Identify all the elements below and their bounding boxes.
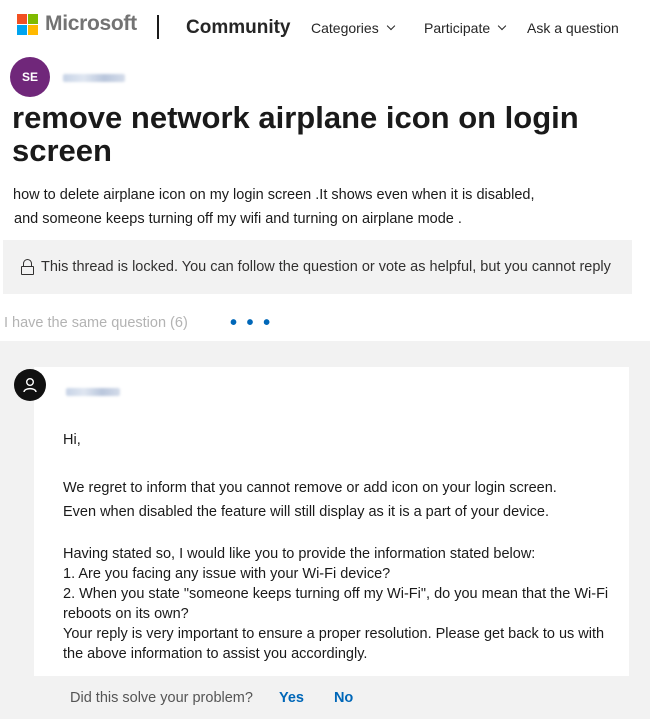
reply-paragraph-line: Your reply is very important to ensure a…: [63, 626, 605, 662]
lock-icon: [21, 259, 35, 275]
author-name-redacted: [63, 74, 125, 82]
avatar-initials: SE: [21, 70, 38, 84]
question-body-line: how to delete airplane icon on my login …: [13, 187, 535, 203]
more-options-icon[interactable]: • • •: [230, 312, 272, 335]
reply-author-name-redacted: [66, 388, 120, 396]
question-body: how to delete airplane icon on my login …: [13, 183, 633, 231]
same-question-button[interactable]: I have the same question (6): [4, 315, 188, 331]
locked-message: This thread is locked. You can follow th…: [41, 259, 611, 275]
reply-paragraph-line: 2. When you state "someone keeps turning…: [63, 586, 609, 622]
user-icon: [23, 378, 37, 393]
page-title: remove network airplane icon on login sc…: [12, 100, 579, 168]
question-body-line: and someone keeps turning off my wifi an…: [14, 211, 462, 227]
avatar[interactable]: [14, 369, 46, 401]
reply-paragraph-line: We regret to inform that you cannot remo…: [63, 480, 557, 496]
no-button[interactable]: No: [334, 690, 353, 706]
question-author: SE: [10, 57, 125, 97]
feedback-bar: Did this solve your problem? Yes No: [34, 676, 629, 719]
nav-categories-label: Categories: [311, 20, 379, 36]
nav-participate-label: Participate: [424, 20, 491, 36]
microsoft-logo-icon[interactable]: [17, 14, 38, 35]
chevron-down-icon: [497, 21, 507, 31]
avatar[interactable]: SE: [10, 57, 50, 97]
nav-participate[interactable]: Participate: [424, 20, 507, 36]
nav-ask-question-label: Ask a question: [527, 20, 619, 36]
reply-paragraph-line: Having stated so, I would like you to pr…: [63, 546, 536, 562]
reply-greeting: Hi,: [63, 432, 81, 448]
site-header: Microsoft Community Categories Participa…: [0, 0, 650, 56]
site-title[interactable]: Community: [186, 17, 291, 39]
chevron-down-icon: [386, 21, 395, 31]
reply-paragraph-line: Even when disabled the feature will stil…: [63, 504, 549, 520]
thread-locked-notice: This thread is locked. You can follow th…: [3, 240, 632, 294]
yes-button[interactable]: Yes: [279, 690, 304, 706]
header-divider: [157, 15, 159, 39]
nav-categories[interactable]: Categories: [311, 20, 395, 36]
nav-ask-question[interactable]: Ask a question: [527, 20, 619, 36]
reply-body: Hi, We regret to inform that you cannot …: [63, 430, 628, 664]
brand-name[interactable]: Microsoft: [45, 12, 137, 36]
feedback-prompt: Did this solve your problem?: [70, 689, 253, 706]
reply-paragraph-line: 1. Are you facing any issue with your Wi…: [63, 566, 391, 582]
